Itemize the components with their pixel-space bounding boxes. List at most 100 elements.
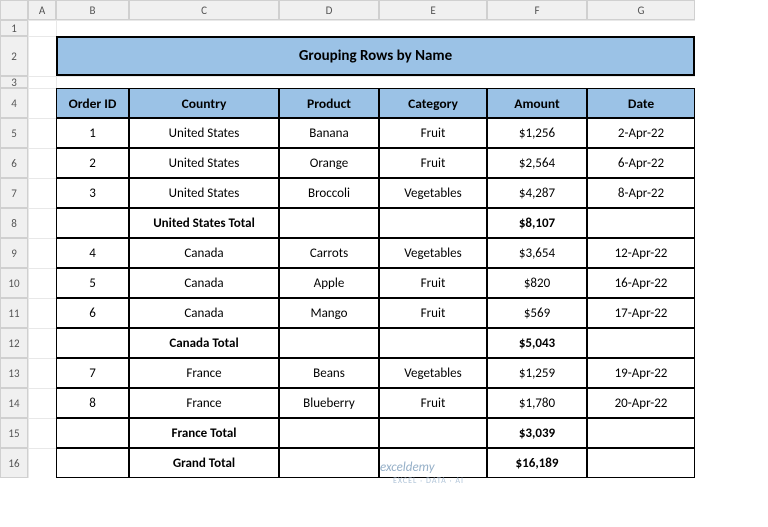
cell-orderId[interactable]: 2 — [56, 148, 129, 178]
cell-product[interactable]: Beans — [279, 358, 379, 388]
cell-amount[interactable]: $1,780 — [487, 388, 587, 418]
col-header-f[interactable]: F — [487, 0, 587, 20]
cell-date[interactable] — [587, 418, 695, 448]
select-all-corner[interactable] — [0, 0, 28, 20]
cell-country[interactable]: United States — [129, 118, 279, 148]
cell-product[interactable] — [279, 328, 379, 358]
cell-date[interactable]: 16-Apr-22 — [587, 268, 695, 298]
row-header-13[interactable]: 13 — [0, 358, 28, 388]
header-product[interactable]: Product — [279, 88, 379, 118]
cell-orderId[interactable]: 5 — [56, 268, 129, 298]
cell-amount[interactable]: $3,039 — [487, 418, 587, 448]
col-header-a[interactable]: A — [28, 0, 56, 20]
row-header-5[interactable]: 5 — [0, 118, 28, 148]
row-header-16[interactable]: 16 — [0, 448, 28, 478]
cell-date[interactable] — [587, 208, 695, 238]
cell-date[interactable] — [587, 328, 695, 358]
cell-category[interactable] — [379, 448, 487, 478]
cell-orderId[interactable] — [56, 418, 129, 448]
header-date[interactable]: Date — [587, 88, 695, 118]
cell-a10[interactable] — [28, 268, 56, 298]
row-header-7[interactable]: 7 — [0, 178, 28, 208]
cell-a3[interactable] — [28, 76, 56, 88]
cell-orderId[interactable]: 4 — [56, 238, 129, 268]
cell-product[interactable] — [279, 208, 379, 238]
cell-product[interactable] — [279, 448, 379, 478]
cell-product[interactable]: Banana — [279, 118, 379, 148]
cell-country[interactable]: France — [129, 388, 279, 418]
cell-category[interactable]: Vegetables — [379, 238, 487, 268]
cell-date[interactable]: 6-Apr-22 — [587, 148, 695, 178]
cell-a14[interactable] — [28, 388, 56, 418]
row-header-9[interactable]: 9 — [0, 238, 28, 268]
cell-country[interactable]: United States — [129, 178, 279, 208]
title-cell[interactable]: Grouping Rows by Name — [56, 36, 695, 76]
cell-a8[interactable] — [28, 208, 56, 238]
cell-orderId[interactable] — [56, 448, 129, 478]
header-country[interactable]: Country — [129, 88, 279, 118]
cell-date[interactable]: 20-Apr-22 — [587, 388, 695, 418]
cell-a7[interactable] — [28, 178, 56, 208]
cell-country[interactable]: Grand Total — [129, 448, 279, 478]
cell-country[interactable]: Canada — [129, 298, 279, 328]
cell-a2[interactable] — [28, 36, 56, 76]
cell-orderId[interactable]: 7 — [56, 358, 129, 388]
col-header-d[interactable]: D — [279, 0, 379, 20]
cell-row1[interactable] — [56, 20, 695, 36]
cell-a13[interactable] — [28, 358, 56, 388]
row-header-15[interactable]: 15 — [0, 418, 28, 448]
cell-amount[interactable]: $569 — [487, 298, 587, 328]
cell-country[interactable]: Canada Total — [129, 328, 279, 358]
cell-orderId[interactable]: 1 — [56, 118, 129, 148]
cell-category[interactable]: Fruit — [379, 148, 487, 178]
col-header-b[interactable]: B — [56, 0, 129, 20]
cell-country[interactable]: France — [129, 358, 279, 388]
header-amount[interactable]: Amount — [487, 88, 587, 118]
cell-country[interactable]: Canada — [129, 268, 279, 298]
cell-product[interactable] — [279, 418, 379, 448]
cell-product[interactable]: Apple — [279, 268, 379, 298]
row-header-2[interactable]: 2 — [0, 36, 28, 76]
cell-product[interactable]: Orange — [279, 148, 379, 178]
cell-category[interactable]: Fruit — [379, 298, 487, 328]
cell-category[interactable] — [379, 418, 487, 448]
cell-product[interactable]: Carrots — [279, 238, 379, 268]
cell-country[interactable]: United States Total — [129, 208, 279, 238]
cell-a1[interactable] — [28, 20, 56, 36]
row-header-10[interactable]: 10 — [0, 268, 28, 298]
cell-date[interactable]: 17-Apr-22 — [587, 298, 695, 328]
cell-a5[interactable] — [28, 118, 56, 148]
cell-amount[interactable]: $4,287 — [487, 178, 587, 208]
row-header-14[interactable]: 14 — [0, 388, 28, 418]
row-header-6[interactable]: 6 — [0, 148, 28, 178]
cell-a15[interactable] — [28, 418, 56, 448]
cell-a12[interactable] — [28, 328, 56, 358]
row-header-3[interactable]: 3 — [0, 76, 28, 88]
cell-date[interactable]: 8-Apr-22 — [587, 178, 695, 208]
cell-amount[interactable]: $1,256 — [487, 118, 587, 148]
row-header-12[interactable]: 12 — [0, 328, 28, 358]
cell-amount[interactable]: $5,043 — [487, 328, 587, 358]
row-header-11[interactable]: 11 — [0, 298, 28, 328]
cell-date[interactable]: 2-Apr-22 — [587, 118, 695, 148]
cell-orderId[interactable] — [56, 208, 129, 238]
cell-a4[interactable] — [28, 88, 56, 118]
cell-category[interactable]: Fruit — [379, 118, 487, 148]
cell-date[interactable]: 19-Apr-22 — [587, 358, 695, 388]
cell-category[interactable] — [379, 208, 487, 238]
cell-orderId[interactable]: 3 — [56, 178, 129, 208]
cell-a16[interactable] — [28, 448, 56, 478]
cell-amount[interactable]: $3,654 — [487, 238, 587, 268]
cell-a11[interactable] — [28, 298, 56, 328]
col-header-g[interactable]: G — [587, 0, 695, 20]
col-header-e[interactable]: E — [379, 0, 487, 20]
cell-category[interactable]: Vegetables — [379, 358, 487, 388]
cell-orderId[interactable]: 8 — [56, 388, 129, 418]
cell-orderId[interactable]: 6 — [56, 298, 129, 328]
cell-a9[interactable] — [28, 238, 56, 268]
header-category[interactable]: Category — [379, 88, 487, 118]
cell-date[interactable]: 12-Apr-22 — [587, 238, 695, 268]
cell-amount[interactable]: $820 — [487, 268, 587, 298]
cell-orderId[interactable] — [56, 328, 129, 358]
header-orderid[interactable]: Order ID — [56, 88, 129, 118]
